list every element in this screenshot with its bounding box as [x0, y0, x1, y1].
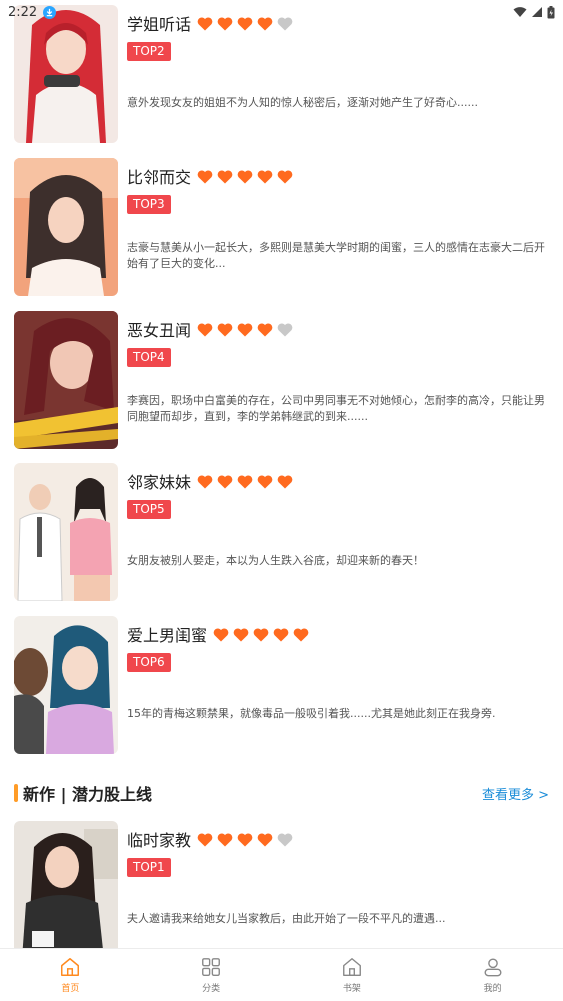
heart-icon [277, 832, 293, 846]
comic-title[interactable]: 比邻而交 [127, 164, 191, 188]
comic-description: 意外发现女友的姐姐不为人知的惊人秘密后，逐渐对她产生了好奇心...... [127, 96, 478, 109]
status-bar: 2:22 [0, 0, 563, 24]
cover-image[interactable] [14, 158, 118, 296]
download-icon [43, 5, 57, 19]
rank-badge: TOP3 [127, 195, 171, 214]
heart-icon [217, 322, 233, 336]
bottom-tab-bar: 首页 分类 书架 我的 [0, 948, 563, 1001]
rating [197, 169, 293, 184]
section-title: 新作 | 潜力股上线 [23, 785, 152, 804]
tab-label: 首页 [61, 984, 80, 994]
cover-image[interactable] [14, 616, 118, 754]
heart-icon [237, 322, 253, 336]
heart-icon [197, 169, 213, 183]
tab-profile[interactable]: 我的 [422, 949, 563, 1001]
heart-icon [257, 474, 273, 488]
heart-icon [273, 627, 289, 641]
heart-icon [293, 627, 309, 641]
title-row: 邻家妹妹 [127, 469, 293, 493]
rating [213, 627, 309, 642]
rank-badge: TOP4 [127, 348, 171, 367]
rating [197, 474, 293, 489]
cover-image[interactable] [14, 311, 118, 449]
heart-icon [197, 474, 213, 488]
comic-title[interactable]: 邻家妹妹 [127, 469, 191, 493]
status-time: 2:22 [8, 4, 38, 20]
signal-icon [532, 7, 542, 17]
section-accent-bar [14, 784, 18, 802]
list-item[interactable]: 学姐听话 TOP2 意外发现女友的姐姐不为人知的惊人秘密后，逐渐对她产生了好奇心… [14, 5, 549, 143]
comic-description: 李赛因，职场中白富美的存在，公司中男同事无不对她倾心，怎耐李的高冷，只能让男同胞… [127, 394, 545, 423]
list-item[interactable]: 临时家教 TOP1 夫人邀请我来给她女儿当家教后，由此开始了一段不平凡的遭遇..… [14, 821, 549, 959]
heart-icon [237, 832, 253, 846]
heart-icon [237, 169, 253, 183]
comic-title[interactable]: 临时家教 [127, 827, 191, 851]
heart-icon [277, 322, 293, 336]
heart-icon [217, 832, 233, 846]
heart-icon [233, 627, 249, 641]
heart-icon [237, 474, 253, 488]
comic-title[interactable]: 爱上男闺蜜 [127, 622, 207, 646]
rank-badge: TOP6 [127, 653, 171, 672]
section-header: 新作 | 潜力股上线 查看更多 > [14, 780, 549, 806]
tab-bookshelf[interactable]: 书架 [282, 949, 423, 1001]
comic-description: 女朋友被别人娶走，本以为人生跌入谷底，却迎来新的春天！ [127, 554, 424, 567]
rank-badge: TOP2 [127, 42, 171, 61]
heart-icon [217, 169, 233, 183]
heart-icon [213, 627, 229, 641]
battery-icon [547, 5, 555, 18]
tab-label: 我的 [483, 984, 502, 994]
heart-icon [277, 169, 293, 183]
comic-description: 志豪与慧美从小一起长大，多熙则是慧美大学时期的闺蜜，三人的感情在志豪大二后开始有… [127, 241, 545, 270]
grid-icon [202, 958, 221, 976]
comic-title[interactable]: 恶女丑闻 [127, 317, 191, 341]
tab-category[interactable]: 分类 [141, 949, 282, 1001]
title-row: 爱上男闺蜜 [127, 622, 309, 646]
title-row: 恶女丑闻 [127, 317, 293, 341]
rating [197, 832, 293, 847]
list-item[interactable]: 邻家妹妹 TOP5 女朋友被别人娶走，本以为人生跌入谷底，却迎来新的春天！ [14, 463, 549, 601]
heart-icon [217, 474, 233, 488]
title-row: 比邻而交 [127, 164, 293, 188]
heart-icon [257, 832, 273, 846]
list-item[interactable]: 比邻而交 TOP3 志豪与慧美从小一起长大，多熙则是慧美大学时期的闺蜜，三人的感… [14, 158, 549, 296]
list-item[interactable]: 爱上男闺蜜 TOP6 15年的青梅这颗禁果，就像毒品一般吸引着我......尤其… [14, 616, 549, 754]
wifi-icon [513, 7, 527, 17]
home-icon [61, 958, 80, 976]
rank-badge: TOP1 [127, 858, 171, 877]
heart-icon [253, 627, 269, 641]
heart-icon [197, 832, 213, 846]
title-row: 临时家教 [127, 827, 293, 851]
comic-description: 15年的青梅这颗禁果，就像毒品一般吸引着我......尤其是她此刻正在我身旁. [127, 707, 496, 720]
heart-icon [257, 322, 273, 336]
list-item[interactable]: 恶女丑闻 TOP4 李赛因，职场中白富美的存在，公司中男同事无不对她倾心，怎耐李… [14, 311, 549, 449]
cover-image[interactable] [14, 463, 118, 601]
cover-image[interactable] [14, 5, 118, 143]
rank-badge: TOP5 [127, 500, 171, 519]
see-more-link[interactable]: 查看更多 > [482, 784, 549, 803]
cover-image[interactable] [14, 821, 118, 959]
rating [197, 322, 293, 337]
comic-description: 夫人邀请我来给她女儿当家教后，由此开始了一段不平凡的遭遇... [127, 912, 446, 925]
heart-icon [257, 169, 273, 183]
heart-icon [277, 474, 293, 488]
tab-label: 分类 [202, 984, 221, 994]
tab-home[interactable]: 首页 [0, 949, 141, 1001]
heart-icon [197, 322, 213, 336]
user-icon [484, 958, 502, 977]
bookshelf-icon [342, 958, 361, 976]
tab-label: 书架 [342, 984, 361, 994]
